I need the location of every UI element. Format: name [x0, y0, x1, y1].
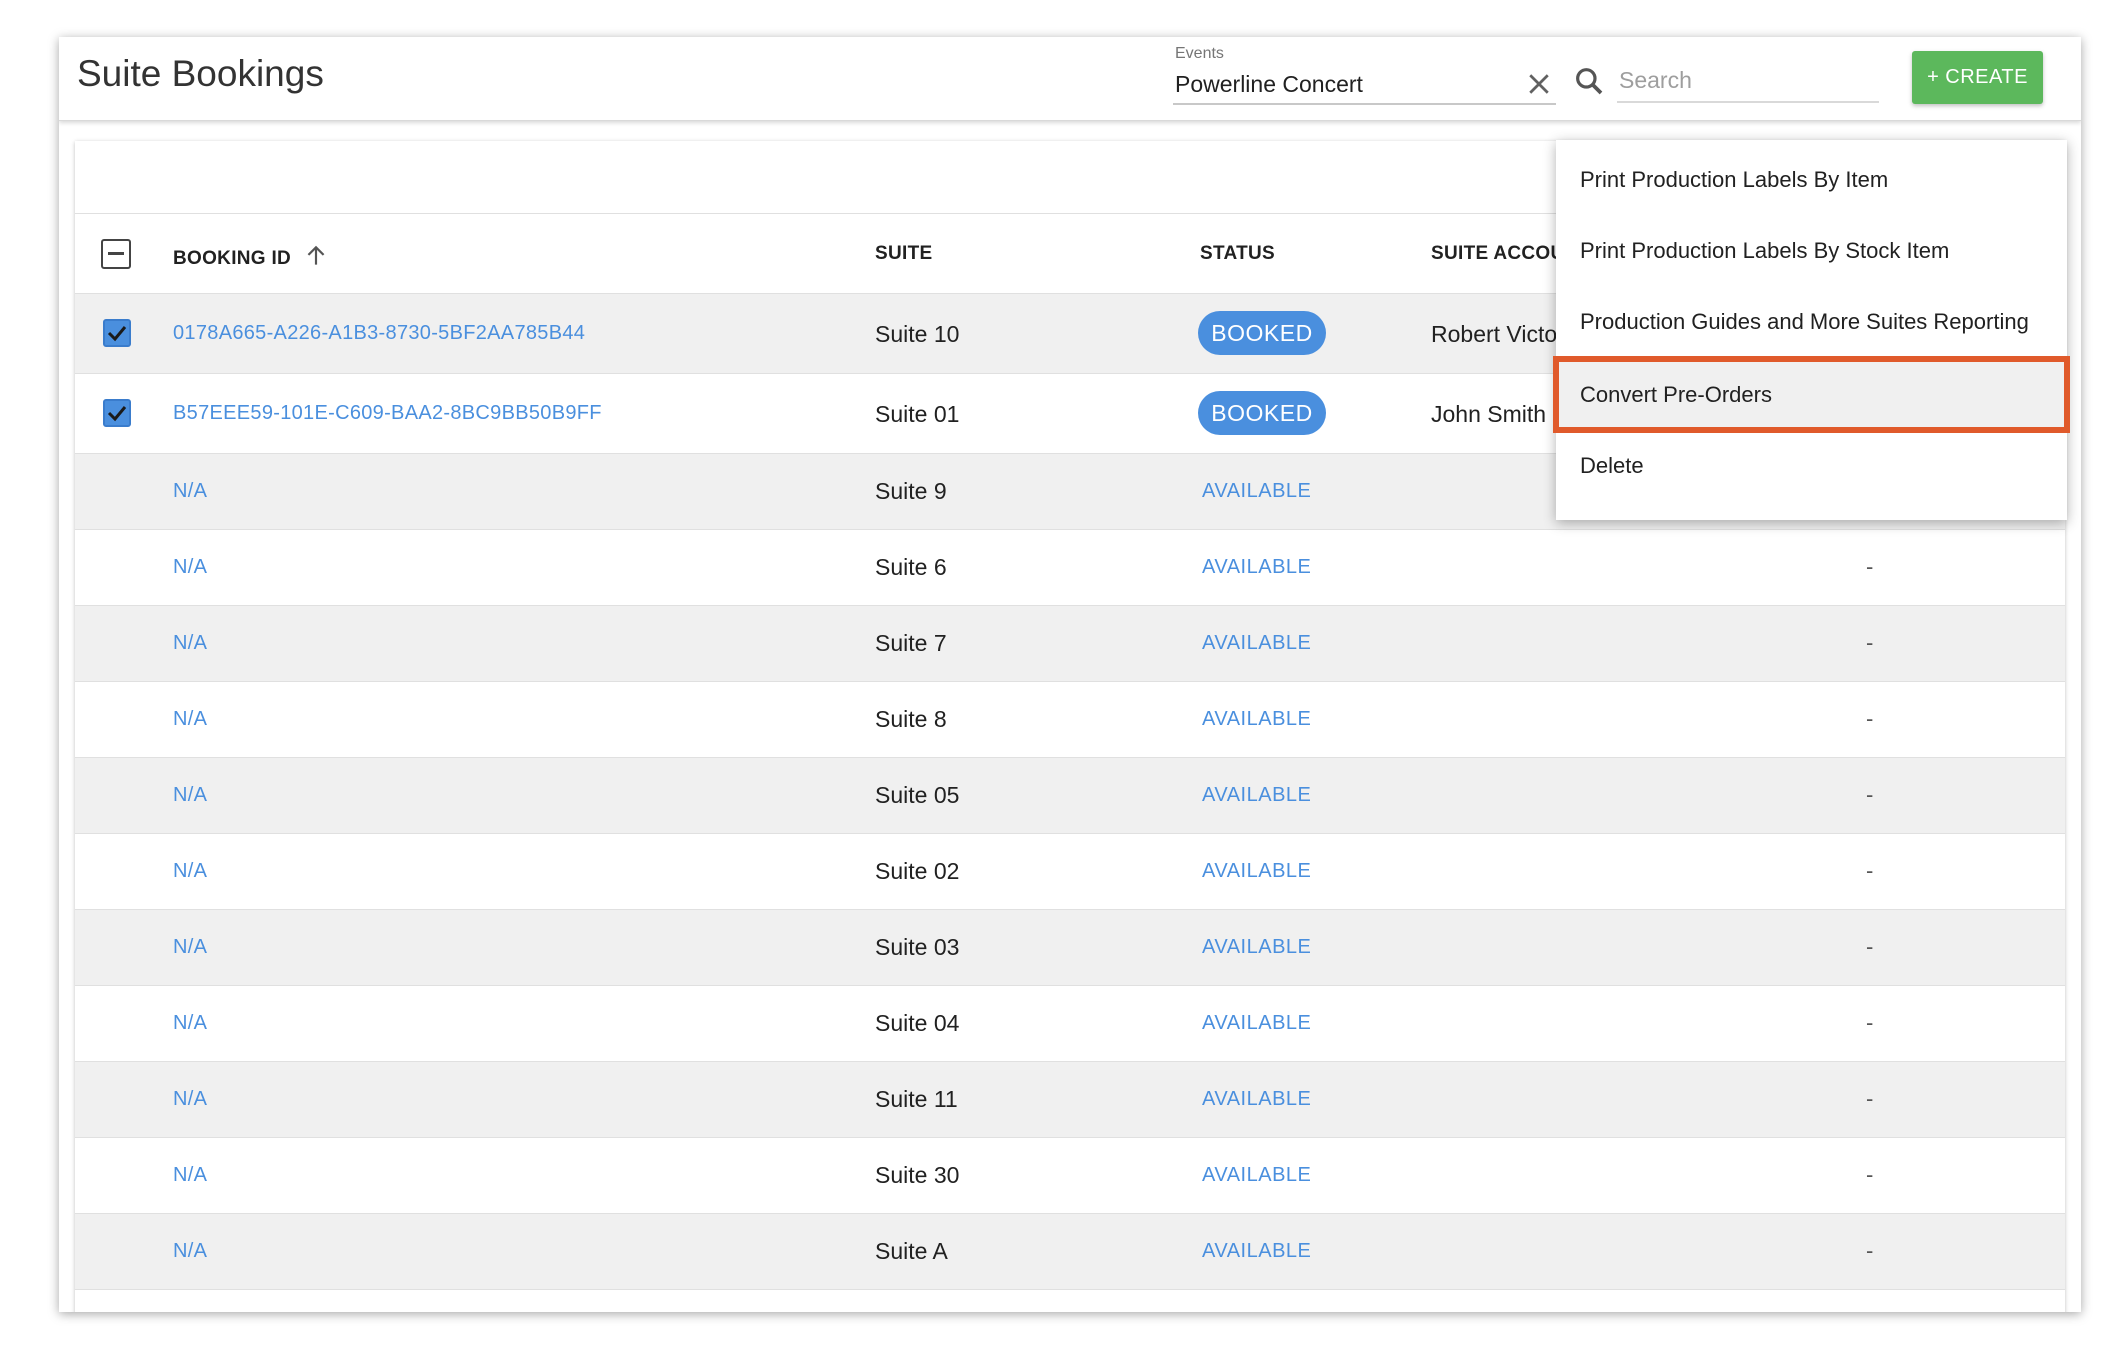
check-icon — [107, 406, 127, 422]
suite-name: Suite 6 — [875, 554, 947, 580]
column-header-status[interactable]: STATUS — [1200, 243, 1275, 265]
status-text[interactable]: AVAILABLE — [1202, 936, 1311, 959]
table-row[interactable]: N/A Suite 7 AVAILABLE - — [75, 606, 2065, 682]
menu-item-delete[interactable]: Delete — [1556, 430, 2067, 501]
table-row[interactable]: N/A Suite A AVAILABLE - — [75, 1214, 2065, 1290]
row-extra-value: - — [1866, 1086, 1874, 1111]
menu-item-production-guides[interactable]: Production Guides and More Suites Report… — [1556, 286, 2067, 357]
row-extra-value: - — [1866, 554, 1874, 579]
booking-id-link[interactable]: N/A — [173, 860, 207, 883]
suite-name: Suite 8 — [875, 706, 947, 732]
menu-item-convert-pre-orders[interactable]: Convert Pre-Orders — [1553, 356, 2070, 433]
suite-name: Suite 30 — [875, 1162, 960, 1188]
menu-item-print-labels-by-item[interactable]: Print Production Labels By Item — [1556, 144, 2067, 215]
booking-id-link[interactable]: N/A — [173, 632, 207, 655]
search-input[interactable] — [1617, 59, 1879, 103]
table-row[interactable]: N/A Suite 6 AVAILABLE - — [75, 530, 2065, 606]
events-value[interactable]: Powerline Concert — [1175, 71, 1363, 98]
column-header-suite-account[interactable]: SUITE ACCOU — [1431, 243, 1565, 265]
create-button[interactable]: + CREATE — [1912, 51, 2043, 104]
column-label: BOOKING ID — [173, 248, 292, 269]
page-title: Suite Bookings — [77, 53, 324, 94]
table-row[interactable]: N/A Suite 11 AVAILABLE - — [75, 1062, 2065, 1138]
booking-id-link[interactable]: N/A — [173, 1164, 207, 1187]
row-extra-value: - — [1866, 630, 1874, 655]
status-text[interactable]: AVAILABLE — [1202, 860, 1311, 883]
status-badge: BOOKED — [1198, 391, 1326, 435]
row-extra-value: - — [1866, 1162, 1874, 1187]
table-row[interactable]: N/A Suite 03 AVAILABLE - — [75, 910, 2065, 986]
row-extra-value: - — [1866, 1010, 1874, 1035]
events-label: Events — [1175, 45, 1224, 62]
suite-account: Robert Victo — [1431, 321, 1558, 347]
suite-name: Suite A — [875, 1238, 948, 1264]
column-header-suite[interactable]: SUITE — [875, 243, 932, 265]
booking-id-link[interactable]: N/A — [173, 708, 207, 731]
booking-id-link[interactable]: N/A — [173, 1088, 207, 1111]
row-extra-value: - — [1866, 782, 1874, 807]
status-text[interactable]: AVAILABLE — [1202, 1088, 1311, 1111]
suite-name: Suite 9 — [875, 478, 947, 504]
row-extra-value: - — [1866, 1238, 1874, 1263]
status-text[interactable]: AVAILABLE — [1202, 1164, 1311, 1187]
column-header-booking-id[interactable]: BOOKING ID — [173, 243, 329, 270]
status-text[interactable]: AVAILABLE — [1202, 708, 1311, 731]
suite-name: Suite 11 — [875, 1086, 958, 1112]
table-row[interactable]: N/A Suite 30 AVAILABLE - — [75, 1138, 2065, 1214]
table-row[interactable]: N/A Suite 04 AVAILABLE - — [75, 986, 2065, 1062]
booking-id-link[interactable]: B57EEE59-101E-C609-BAA2-8BC9BB50B9FF — [173, 402, 602, 425]
status-text[interactable]: AVAILABLE — [1202, 1012, 1311, 1035]
booking-id-link[interactable]: 0178A665-A226-A1B3-8730-5BF2AA785B44 — [173, 322, 585, 345]
check-icon — [107, 326, 127, 342]
app-header: Suite Bookings Events Powerline Concert … — [59, 37, 2081, 121]
status-text[interactable]: AVAILABLE — [1202, 480, 1311, 503]
table-row[interactable]: N/A Suite 8 AVAILABLE - — [75, 682, 2065, 758]
suite-name: Suite 7 — [875, 630, 947, 656]
events-selector[interactable]: Events Powerline Concert — [1173, 41, 1556, 105]
booking-id-link[interactable]: N/A — [173, 480, 207, 503]
search-icon[interactable] — [1573, 65, 1605, 97]
row-extra-value: - — [1866, 934, 1874, 959]
select-all-checkbox[interactable] — [101, 239, 131, 269]
table-row[interactable]: N/A Suite 05 AVAILABLE - — [75, 758, 2065, 834]
arrow-up-icon[interactable] — [303, 243, 329, 269]
bulk-actions-menu: Print Production Labels By Item Print Pr… — [1553, 140, 2070, 520]
suite-name: Suite 01 — [875, 401, 960, 427]
status-text[interactable]: AVAILABLE — [1202, 1240, 1311, 1263]
suite-account: John Smith — [1431, 401, 1547, 427]
table-row[interactable]: N/A Suite 02 AVAILABLE - — [75, 834, 2065, 910]
status-text[interactable]: AVAILABLE — [1202, 784, 1311, 807]
row-checkbox[interactable] — [103, 319, 131, 347]
row-extra-value: - — [1866, 858, 1874, 883]
booking-id-link[interactable]: N/A — [173, 784, 207, 807]
close-icon[interactable] — [1524, 69, 1554, 99]
booking-id-link[interactable]: N/A — [173, 936, 207, 959]
booking-id-link[interactable]: N/A — [173, 1240, 207, 1263]
row-extra-value: - — [1866, 706, 1874, 731]
suite-name: Suite 10 — [875, 321, 960, 347]
menu-item-print-labels-by-stock-item[interactable]: Print Production Labels By Stock Item — [1556, 215, 2067, 286]
suite-name: Suite 04 — [875, 1010, 960, 1036]
status-text[interactable]: AVAILABLE — [1202, 632, 1311, 655]
booking-id-link[interactable]: N/A — [173, 1012, 207, 1035]
suite-name: Suite 02 — [875, 858, 960, 884]
booking-id-link[interactable]: N/A — [173, 556, 207, 579]
suite-name: Suite 03 — [875, 934, 960, 960]
suite-name: Suite 05 — [875, 782, 960, 808]
status-text[interactable]: AVAILABLE — [1202, 556, 1311, 579]
row-checkbox[interactable] — [103, 399, 131, 427]
status-badge: BOOKED — [1198, 311, 1326, 355]
